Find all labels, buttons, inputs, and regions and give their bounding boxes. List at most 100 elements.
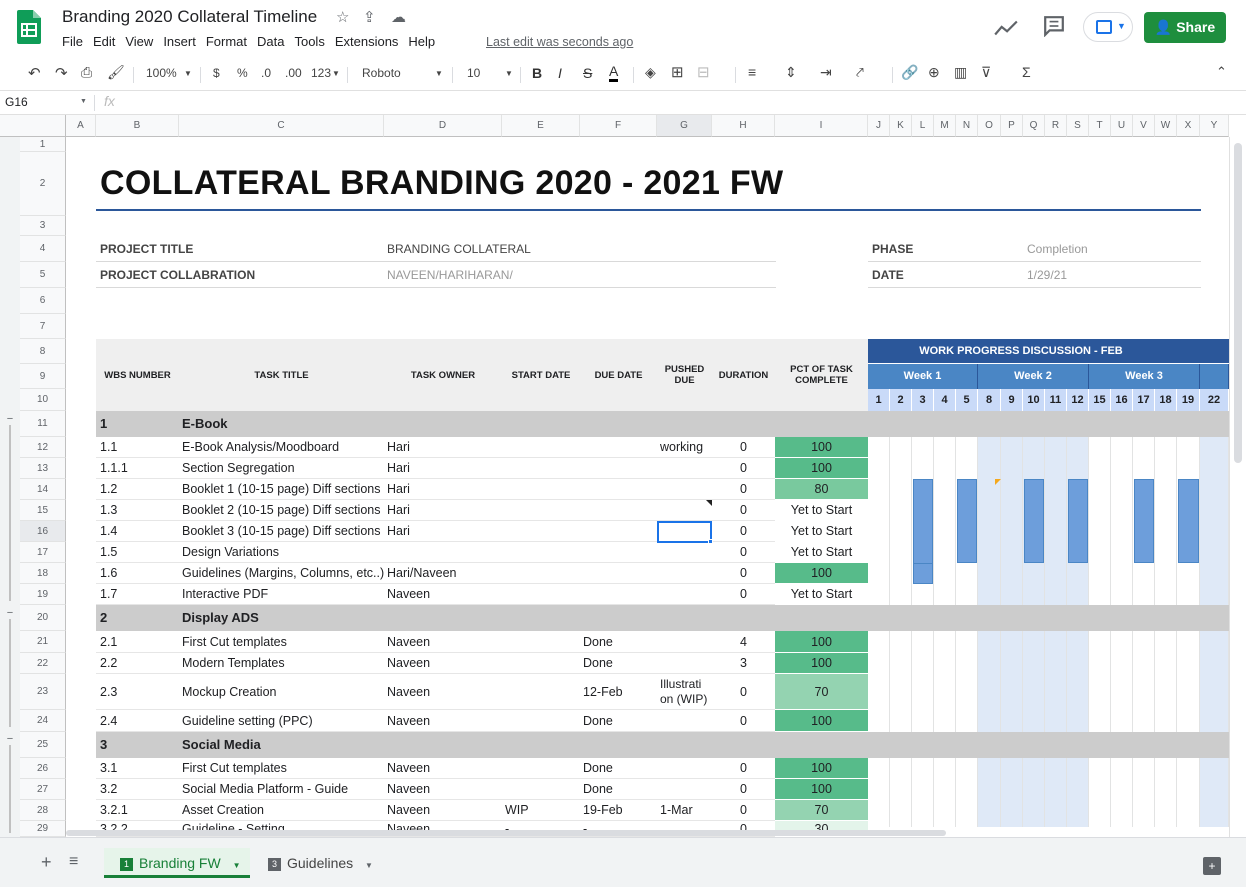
task-task[interactable]: Section Segregation	[182, 458, 295, 479]
task-pct[interactable]: Yet to Start	[775, 584, 868, 605]
row-header-20[interactable]: 20	[20, 605, 66, 631]
task-task[interactable]: Modern Templates	[182, 653, 285, 674]
task-pushed[interactable]: Illustrati on (WIP)	[660, 674, 712, 710]
day-header[interactable]: 4	[934, 389, 956, 411]
comments-icon[interactable]	[1041, 15, 1067, 37]
week-header[interactable]: Week 1	[868, 364, 978, 389]
bold-icon[interactable]: B	[532, 65, 542, 81]
task-wbs[interactable]: 1.3	[100, 500, 117, 521]
task-task[interactable]: E-Book Analysis/Moodboard	[182, 437, 339, 458]
task-wbs[interactable]: 1.4	[100, 521, 117, 542]
row-header-13[interactable]: 13	[20, 458, 66, 479]
task-task[interactable]: First Cut templates	[182, 631, 287, 653]
row-header-23[interactable]: 23	[20, 674, 66, 710]
strikethrough-icon[interactable]: S	[583, 65, 592, 81]
task-task[interactable]: Booklet 2 (10-15 page) Diff sections	[182, 500, 381, 521]
task-duration[interactable]: 0	[712, 710, 775, 732]
gantt-bar[interactable]	[957, 479, 977, 563]
task-pct[interactable]: 70	[775, 674, 868, 710]
zoom-select[interactable]: 100%	[146, 66, 177, 80]
comment-indicator[interactable]	[995, 479, 1001, 485]
print-icon[interactable]: ⎙	[81, 64, 92, 81]
task-owner[interactable]: Hari	[387, 500, 410, 521]
menu-format[interactable]: Format	[206, 34, 247, 49]
task-duration[interactable]: 0	[712, 479, 775, 500]
task-duration[interactable]: 0	[712, 437, 775, 458]
row-header-17[interactable]: 17	[20, 542, 66, 563]
task-pct[interactable]: 100	[775, 631, 868, 653]
italic-icon[interactable]: I	[558, 65, 562, 81]
task-wbs[interactable]: 2.1	[100, 631, 117, 653]
task-task[interactable]: Booklet 1 (10-15 page) Diff sections	[182, 479, 381, 500]
explore-icon[interactable]: +	[1203, 857, 1221, 875]
star-icon[interactable]: ☆	[336, 8, 349, 26]
selected-cell[interactable]	[657, 521, 712, 543]
task-task[interactable]: Design Variations	[182, 542, 279, 563]
document-title[interactable]: Branding 2020 Collateral Timeline	[62, 7, 317, 27]
column-header-f[interactable]: F	[580, 115, 657, 137]
task-wbs[interactable]: 2.3	[100, 674, 117, 710]
task-due[interactable]: 12-Feb	[583, 674, 623, 710]
day-header[interactable]: 16	[1111, 389, 1133, 411]
task-wbs[interactable]: 1.2	[100, 479, 117, 500]
header-pushed[interactable]: PUSHED DUE	[657, 339, 712, 411]
gantt-bar[interactable]	[1068, 479, 1088, 563]
task-wbs[interactable]: 3.2	[100, 779, 117, 800]
chevron-down-icon[interactable]: ▼	[80, 98, 87, 105]
task-duration[interactable]: 0	[712, 779, 775, 800]
task-duration[interactable]: 3	[712, 653, 775, 674]
day-header[interactable]: 18	[1155, 389, 1177, 411]
task-owner[interactable]: Naveen	[387, 674, 430, 710]
column-header-e[interactable]: E	[502, 115, 580, 137]
week-header[interactable]: Week 2	[978, 364, 1089, 389]
column-header-n[interactable]: N	[956, 115, 978, 137]
column-header-a[interactable]: A	[66, 115, 96, 137]
day-header[interactable]: 22	[1200, 389, 1229, 411]
sheet-title[interactable]: COLLATERAL BRANDING 2020 - 2021 FW	[100, 164, 783, 203]
column-header-r[interactable]: R	[1045, 115, 1067, 137]
row-header-21[interactable]: 21	[20, 631, 66, 653]
last-edit-link[interactable]: Last edit was seconds ago	[486, 35, 633, 49]
day-header[interactable]: 19	[1177, 389, 1200, 411]
task-due[interactable]: Done	[583, 631, 613, 653]
menu-insert[interactable]: Insert	[163, 34, 196, 49]
row-header-4[interactable]: 4	[20, 236, 66, 262]
column-header-g[interactable]: G	[657, 115, 712, 137]
insert-link-icon[interactable]: 🔗	[901, 64, 918, 81]
menu-help[interactable]: Help	[408, 34, 435, 49]
task-due[interactable]: Done	[583, 710, 613, 732]
task-owner[interactable]: Naveen	[387, 653, 430, 674]
task-owner[interactable]: Hari	[387, 521, 410, 542]
task-duration[interactable]: 0	[712, 542, 775, 563]
task-pct[interactable]: Yet to Start	[775, 500, 868, 521]
task-task[interactable]: Social Media Platform - Guide	[182, 779, 348, 800]
task-owner[interactable]: Naveen	[387, 584, 430, 605]
task-wbs[interactable]: 1.7	[100, 584, 117, 605]
row-header-18[interactable]: 18	[20, 563, 66, 584]
text-wrap-icon[interactable]: ⇥	[820, 64, 832, 81]
tab-guidelines[interactable]: 3 Guidelines ▼	[254, 848, 384, 878]
gantt-bar[interactable]	[913, 563, 933, 584]
borders-icon[interactable]: ⊞	[671, 63, 684, 81]
task-task[interactable]: Guideline setting (PPC)	[182, 710, 313, 732]
row-header-26[interactable]: 26	[20, 758, 66, 779]
task-pct[interactable]: 100	[775, 458, 868, 479]
column-header-o[interactable]: O	[978, 115, 1001, 137]
task-task[interactable]: Asset Creation	[182, 800, 264, 821]
row-header-27[interactable]: 27	[20, 779, 66, 800]
collapse-toolbar-icon[interactable]: ⌃	[1216, 64, 1227, 80]
header-duration[interactable]: DURATION	[712, 339, 775, 411]
trend-icon[interactable]	[993, 17, 1019, 39]
column-header-y[interactable]: Y	[1200, 115, 1229, 137]
day-header[interactable]: 1	[868, 389, 890, 411]
task-wbs[interactable]: 1.5	[100, 542, 117, 563]
task-pct[interactable]: 100	[775, 563, 868, 584]
task-wbs[interactable]: 1.1.1	[100, 458, 128, 479]
row-header-11[interactable]: 11	[20, 411, 66, 437]
insert-chart-icon[interactable]: ▥	[954, 64, 967, 81]
task-pct[interactable]: 100	[775, 437, 868, 458]
column-header-u[interactable]: U	[1111, 115, 1133, 137]
column-header-p[interactable]: P	[1001, 115, 1023, 137]
gantt-bar[interactable]	[1134, 479, 1154, 563]
row-header-24[interactable]: 24	[20, 710, 66, 732]
